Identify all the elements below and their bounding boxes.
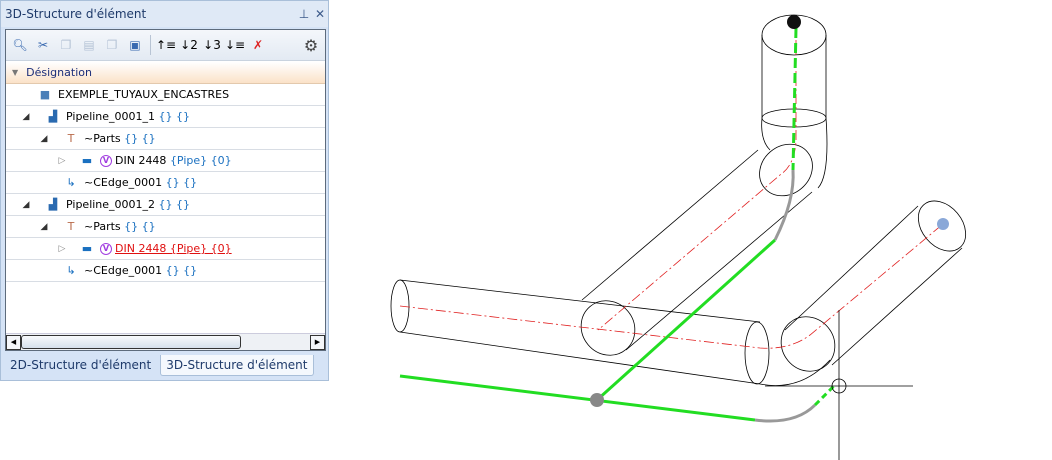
- tree-item-pipeline[interactable]: ◢ ▟ Pipeline_0001_2 {} {}: [6, 194, 325, 216]
- item-label: ~CEdge_0001: [84, 264, 163, 277]
- edge-icon: ↳: [66, 264, 76, 277]
- copy-icon[interactable]: ❐: [56, 35, 76, 55]
- element-structure-panel: 3D-Structure d'élément ⊥ ✕ 🔍︎ ✂ ❐ ▤ ❐ ▣ …: [0, 0, 329, 381]
- pin-icon[interactable]: ⊥: [296, 7, 312, 21]
- tree-item-pipe[interactable]: ▷ ▬ V DIN 2448 {Pipe} {0}: [6, 150, 325, 172]
- item-label: EXEMPLE_TUYAUX_ENCASTRES: [58, 88, 230, 101]
- clear-filter-icon[interactable]: ✗: [248, 35, 268, 55]
- edge-icon: ↳: [66, 176, 76, 189]
- close-icon[interactable]: ✕: [312, 7, 328, 21]
- level-up-icon[interactable]: ↑≡: [156, 35, 176, 55]
- tree-item-cedge[interactable]: ↳ ~CEdge_0001 {} {}: [6, 260, 325, 282]
- scroll-left-icon[interactable]: ◀: [6, 334, 21, 350]
- scroll-right-icon[interactable]: ▶: [310, 334, 325, 350]
- settings-icon[interactable]: ⚙: [301, 35, 321, 55]
- scroll-thumb[interactable]: [21, 335, 241, 349]
- collapse-icon[interactable]: ◢: [38, 222, 50, 232]
- parts-icon: T: [67, 132, 75, 145]
- collapse-icon[interactable]: ◢: [38, 134, 50, 144]
- pipe-path: [399, 27, 837, 423]
- pipeline-icon: ▟: [48, 110, 58, 123]
- variant-icon: V: [100, 154, 112, 167]
- cut-icon[interactable]: ✂: [33, 35, 53, 55]
- sort-caret-icon: ▼: [12, 68, 19, 77]
- tree-item-root[interactable]: ■ EXEMPLE_TUYAUX_ENCASTRES: [6, 84, 325, 106]
- expand-icon[interactable]: ▷: [56, 156, 68, 166]
- pipe-icon: ▬: [81, 242, 93, 255]
- item-label: DIN 2448: [115, 154, 167, 167]
- item-suffix: {} {}: [124, 132, 156, 145]
- pipe-icon: ▬: [81, 154, 93, 167]
- item-suffix: {} {}: [124, 220, 156, 233]
- item-suffix: {} {}: [165, 176, 198, 189]
- column-header-designation[interactable]: ▼ Désignation: [6, 62, 325, 84]
- find-icon[interactable]: 🔍︎: [10, 35, 30, 55]
- header-label: Désignation: [26, 66, 92, 79]
- tree-item-parts[interactable]: ◢ T ~Parts {} {}: [6, 128, 325, 150]
- item-label: Pipeline_0001_1: [66, 110, 156, 123]
- assembly-icon: ■: [39, 88, 51, 101]
- expand-icon[interactable]: ▷: [56, 244, 68, 254]
- panel-titlebar: 3D-Structure d'élément ⊥ ✕: [1, 1, 328, 27]
- level-3-icon[interactable]: ↓3: [202, 35, 222, 55]
- level-down-icon[interactable]: ↓≡: [225, 35, 245, 55]
- toolbar-separator: [150, 35, 151, 55]
- tree-item-cedge[interactable]: ↳ ~CEdge_0001 {} {}: [6, 172, 325, 194]
- paste-special-icon[interactable]: ❐: [102, 35, 122, 55]
- paste-icon[interactable]: ▤: [79, 35, 99, 55]
- tree-item-parts[interactable]: ◢ T ~Parts {} {}: [6, 216, 325, 238]
- tab-3d-structure[interactable]: 3D-Structure d'élément: [160, 355, 314, 376]
- item-label: ~CEdge_0001: [84, 176, 163, 189]
- panel-title: 3D-Structure d'élément: [5, 7, 147, 21]
- toolbar: 🔍︎ ✂ ❐ ▤ ❐ ▣ ↑≡ ↓2 ↓3 ↓≡ ✗ ⚙: [6, 30, 325, 61]
- parts-icon: T: [67, 220, 75, 233]
- item-label: ~Parts: [84, 132, 121, 145]
- tab-2d-structure[interactable]: 2D-Structure d'élément: [5, 355, 156, 376]
- item-suffix: {Pipe} {0}: [169, 154, 232, 167]
- pipeline-icon: ▟: [48, 198, 58, 211]
- item-label: Pipeline_0001_2: [66, 198, 156, 211]
- item-suffix: {} {}: [158, 110, 191, 123]
- vertex-sphere[interactable]: [590, 393, 604, 407]
- clipboard-icon[interactable]: ▣: [125, 35, 145, 55]
- endpoint-sphere[interactable]: [787, 15, 801, 29]
- item-label: ~Parts: [84, 220, 121, 233]
- endpoint-sphere[interactable]: [937, 218, 949, 230]
- pipe-wireframe: [390, 14, 967, 386]
- item-suffix: {} {}: [165, 264, 198, 277]
- variant-icon: V: [100, 242, 112, 255]
- level-2-icon[interactable]: ↓2: [179, 35, 199, 55]
- horizontal-scrollbar[interactable]: ◀ ▶: [6, 333, 325, 350]
- collapse-icon[interactable]: ◢: [20, 200, 32, 210]
- collapse-icon[interactable]: ◢: [20, 112, 32, 122]
- centerlines: [399, 40, 944, 349]
- item-suffix: {} {}: [158, 198, 191, 211]
- tree-item-pipeline[interactable]: ◢ ▟ Pipeline_0001_1 {} {}: [6, 106, 325, 128]
- tree-item-pipe-error[interactable]: ▷ ▬ V DIN 2448 {Pipe} {0}: [6, 238, 325, 260]
- item-label: DIN 2448 {Pipe} {0}: [115, 242, 232, 255]
- structure-tree: ▼ Désignation ■ EXEMPLE_TUYAUX_ENCASTRES ◢…: [6, 62, 325, 282]
